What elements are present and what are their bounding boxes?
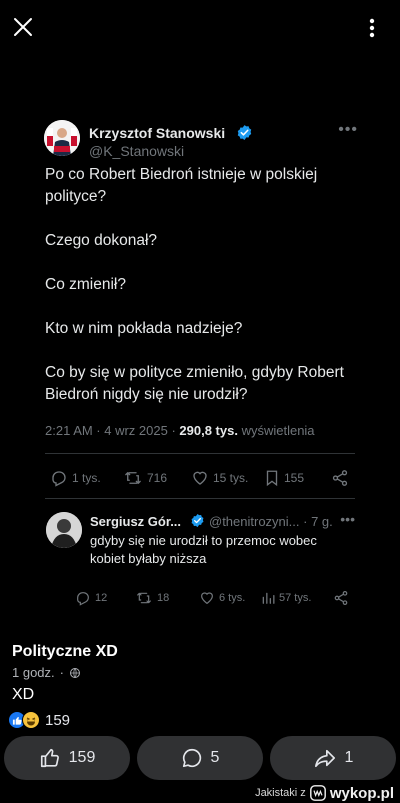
reply-author-handle: @thenitrozyni... · 7 g. [209,514,333,529]
tweet-text: Po co Robert Biedroń istnieje w polskiej… [45,164,345,428]
reply-text: gdyby się nie urodził to przemoc wobec k… [90,533,317,566]
post-meta-separator: · [59,665,64,680]
share-icon [332,470,348,486]
reply-icon [52,471,66,487]
thumbs-up-icon [40,748,59,768]
post-meta: 1 godz. · [12,665,81,680]
reply-like-action: 6 tys. [199,586,245,610]
tweet-meta: 2:21 AM · 4 wrz 2025 · 290,8 tys. wyświe… [45,423,315,438]
comment-button-count: 5 [210,749,220,766]
tweet-reply-action: 1 tys. [50,466,101,490]
tweet-views-label: wyświetlenia [237,423,315,438]
share-icon [334,591,348,605]
comment-button[interactable]: 5 [137,736,263,780]
post-time[interactable]: 1 godz. [12,665,55,680]
heart-icon [193,471,207,485]
repost-icon [125,472,141,484]
close-icon [14,18,32,36]
share-button-count: 1 [344,749,354,766]
verified-badge-icon [237,125,252,140]
share-button[interactable]: 1 [270,736,396,780]
reply-like-count: 6 tys. [219,592,246,604]
bookmark-icon [266,470,278,487]
reply-author-avatar [46,512,82,548]
more-vertical-icon [369,18,375,38]
haha-reaction-icon [22,711,40,729]
tweet-paragraph: Co zmienił? [45,276,126,293]
forward-icon [314,749,335,768]
tweet-author-row: Krzysztof Stanowski @K_Stanowski ••• [44,117,364,161]
tweet-reply-count: 1 tys. [72,471,101,485]
reply-action-row: 12 18 6 tys. 57 tys. [75,586,355,610]
reply-share-action [333,586,349,610]
like-button-count: 159 [68,749,96,766]
tweet-repost-action: 716 [123,466,167,490]
reply-more-icon: ••• [340,511,355,527]
tweet-paragraph: Po co Robert Biedroń istnieje w polskiej… [45,166,318,205]
views-icon [262,592,275,604]
author-name[interactable]: Krzysztof Stanowski [89,125,225,141]
close-button[interactable] [10,14,36,40]
reply-reply-action: 12 [75,586,107,610]
watermark-user: Jakistaki z [255,787,306,799]
reply-views-action: 57 tys. [261,586,311,610]
reactions-summary[interactable]: 159 [8,709,70,731]
tweet-repost-count: 716 [147,471,168,485]
reply-repost-action: 18 [135,586,169,610]
tweet-like-count: 15 tys. [213,471,249,485]
tweet-like-action: 15 tys. [191,466,248,490]
more-options-button[interactable] [364,16,380,40]
tweet-card: Krzysztof Stanowski @K_Stanowski ••• Po … [30,112,370,622]
author-handle: @K_Stanowski [89,143,185,159]
reply-reply-count: 12 [95,592,108,604]
like-button[interactable]: 159 [4,736,130,780]
comment-icon [182,748,201,768]
reply-icon [77,592,89,606]
tweet-share-action [331,466,349,490]
globe-icon [70,667,80,678]
tweet-paragraph: Czego dokonał? [45,232,158,249]
post-title[interactable]: Polityczne XD [12,643,118,661]
tweet-timestamp: 2:21 AM · 4 wrz 2025 · [45,423,180,438]
reaction-count: 159 [45,711,71,729]
reply-author-name[interactable]: Sergiusz Gór... [90,514,181,529]
author-avatar [44,120,80,156]
viewer-top-bar [0,0,400,56]
tweet-views-count: 290,8 tys. [179,423,238,438]
watermark-brand: wykop.pl [329,784,394,802]
divider [45,498,355,499]
watermark-footer: Jakistaki z wykop.pl [255,783,394,803]
tweet-action-row: 1 tys. 716 15 tys. 155 [45,466,355,490]
tweet-paragraph: Kto w nim pokłada nadzieje? [45,320,243,337]
tweet-paragraph: Co by się w polityce zmieniło, gdyby Rob… [45,364,344,403]
reply-tweet: Sergiusz Gór... @thenitrozyni... · 7 g. … [45,504,355,614]
reply-repost-count: 18 [157,592,170,604]
reply-views-count: 57 tys. [279,592,312,604]
tweet-bookmark-count: 155 [284,471,305,485]
divider [45,453,355,454]
tweet-more-icon: ••• [338,121,358,138]
heart-icon [201,592,213,605]
tweet-bookmark-action: 155 [264,466,304,490]
repost-icon [137,592,151,604]
wykop-logo-icon [309,785,326,801]
post-body: XD [12,686,35,703]
verified-badge-icon [191,513,204,528]
